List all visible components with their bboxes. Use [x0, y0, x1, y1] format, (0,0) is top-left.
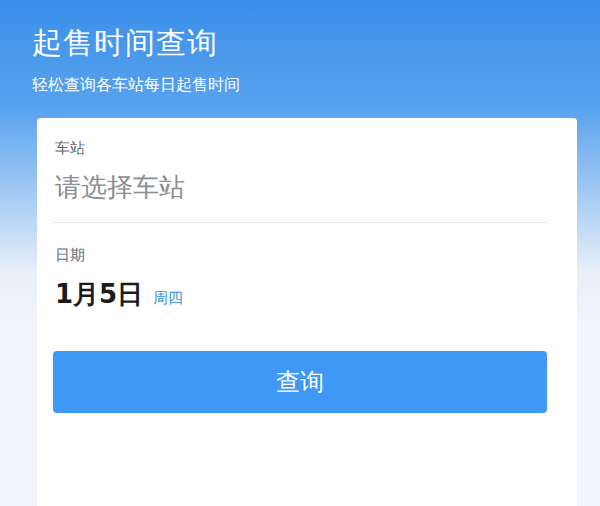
page-title: 起售时间查询	[32, 24, 576, 62]
station-field[interactable]: 车站请选择车站	[53, 138, 547, 223]
field-value-row: 1月5日周四	[55, 277, 547, 311]
query-card: 车站请选择车站日期 1月5日周四查询	[37, 118, 577, 506]
field-label: 车站	[55, 138, 547, 158]
field-placeholder[interactable]: 请选择车站	[55, 170, 185, 204]
date-field[interactable]: 日期 1月5日周四	[53, 245, 547, 329]
field-label: 日期	[55, 245, 547, 265]
field-value[interactable]: 1月5日	[55, 277, 143, 311]
header: 起售时间查询轻松查询各车站每日起售时间	[0, 0, 600, 118]
field-value-row: 请选择车站	[55, 170, 547, 204]
weekday: 周四	[153, 288, 183, 308]
page: 起售时间查询轻松查询各车站每日起售时间车站请选择车站日期 1月5日周四查询	[0, 0, 600, 506]
query-button[interactable]: 查询	[53, 351, 547, 413]
page-subtitle: 轻松查询各车站每日起售时间	[32, 74, 576, 96]
